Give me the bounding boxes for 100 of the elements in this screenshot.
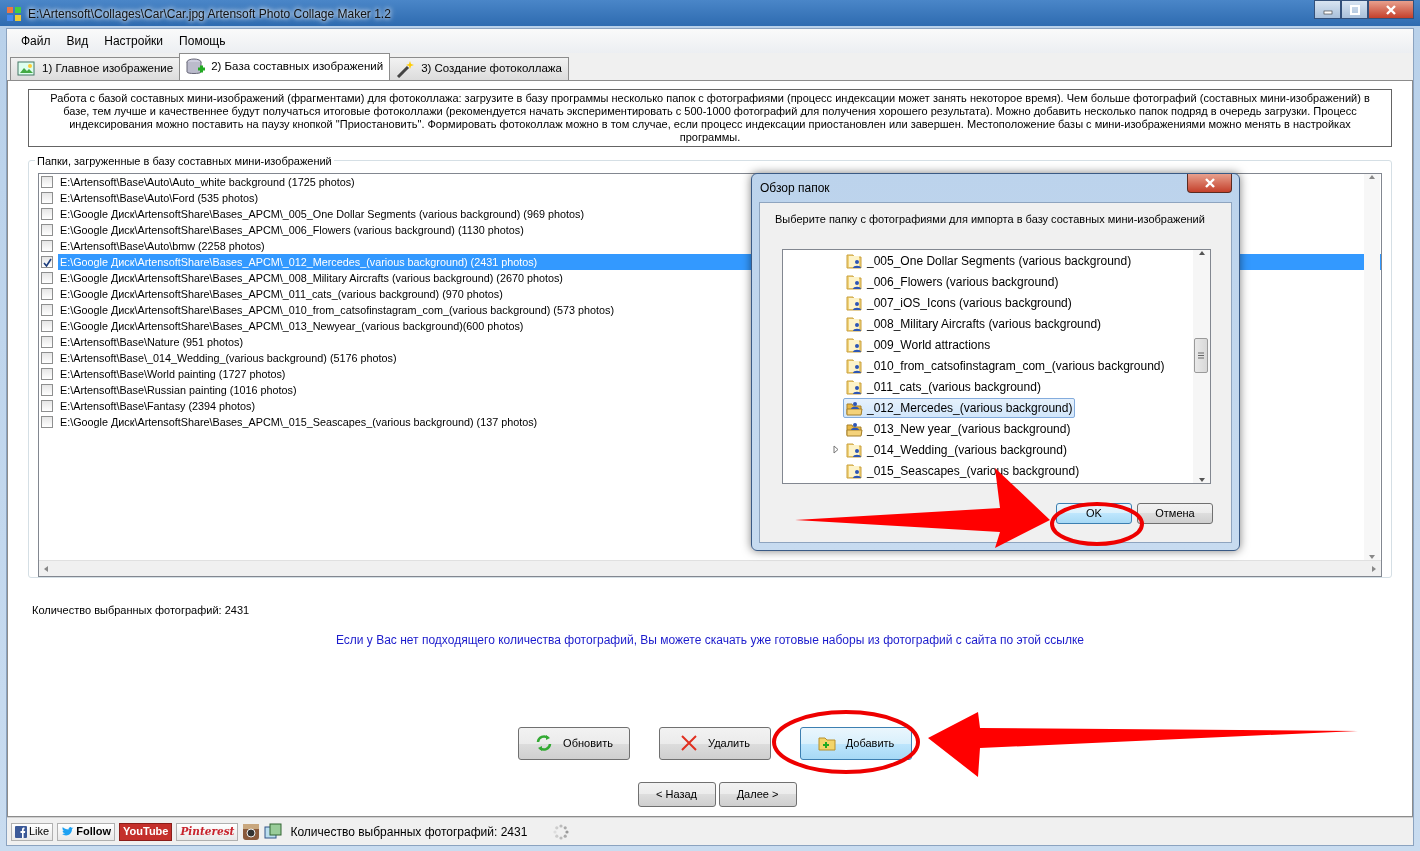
close-icon: [1385, 4, 1397, 15]
action-button[interactable]: Удалить: [659, 726, 771, 760]
grip-icon: [1198, 352, 1204, 359]
dialog-button[interactable]: Отмена: [1137, 503, 1213, 524]
folder-path[interactable]: E:\Artensoft\Base\Nature (951 photos): [58, 334, 246, 350]
tree-item[interactable]: _013_New year_(various background): [843, 418, 1074, 439]
tab[interactable]: 2) База составных изображений: [179, 53, 391, 80]
checkbox[interactable]: [41, 288, 53, 300]
checkbox[interactable]: [41, 304, 53, 316]
spinner-icon: [553, 823, 570, 840]
facebook-icon: [15, 825, 27, 838]
arrow-up-icon: [1197, 250, 1206, 256]
folder-path[interactable]: E:\Artensoft\Base\Fantasy (2394 photos): [58, 398, 258, 414]
tree-item[interactable]: _007_iOS_Icons (various background): [843, 292, 1075, 313]
tree-item[interactable]: _009_World attractions: [843, 334, 994, 355]
checkbox[interactable]: [41, 176, 53, 188]
camera-icon[interactable]: [242, 822, 261, 841]
status-text: Количество выбранных фотографий: 2431: [290, 823, 528, 841]
dialog-title: Обзор папок: [760, 180, 830, 197]
app-icon: [6, 6, 22, 22]
tree-item[interactable]: _006_Flowers (various background): [843, 271, 1062, 292]
action-button[interactable]: Добавить: [800, 726, 912, 760]
checkbox[interactable]: [41, 368, 53, 380]
folder-path[interactable]: E:\Artensoft\Base\Auto\Ford (535 photos): [58, 190, 261, 206]
window-title: E:\Artensoft\Collages\Car\Car.jpg Artensoft Photo Collage Maker 1.2: [28, 6, 391, 23]
nav-button[interactable]: < Назад: [637, 781, 716, 807]
menu-item[interactable]: Помощь: [171, 30, 234, 52]
checkbox[interactable]: [41, 384, 53, 396]
shared-folder-icon: [846, 294, 863, 311]
folder-path[interactable]: E:\Artensoft\Base\Auto\Auto_white background (1725 photos): [58, 174, 357, 190]
shared-folder-icon: [846, 336, 863, 353]
folder-path[interactable]: E:\Google Диск\ArtensoftShare\Bases_APCM\_006_Flowers (various background) (1130 photos): [58, 222, 526, 238]
shared-folder-icon: [846, 357, 863, 374]
folder-path[interactable]: E:\Google Диск\ArtensoftShare\Bases_APCM\_010_from_catsofinstagram_com_(various background) (573 photos): [58, 302, 616, 318]
maximize-icon: [1349, 4, 1360, 15]
folder-path[interactable]: E:\Google Диск\ArtensoftShare\Bases_APCM\_015_Seascapes_(various background) (137 photos): [58, 414, 540, 430]
image-icon: [17, 60, 37, 78]
tree-item[interactable]: _015_Seascapes_(various background): [843, 460, 1083, 481]
nav-button[interactable]: Далее >: [718, 781, 797, 807]
checkbox[interactable]: [41, 272, 53, 284]
shared-folder-icon: [846, 441, 863, 458]
folder-plus-icon: [817, 734, 836, 752]
youtube-button[interactable]: YouTube: [119, 822, 173, 841]
folder-path[interactable]: E:\Artensoft\Base\Auto\bmw (2258 photos): [58, 238, 267, 254]
minimize-button[interactable]: [1314, 0, 1341, 19]
close-button[interactable]: [1187, 174, 1232, 193]
download-link[interactable]: Если у Вас нет подходящего количества фотографий, Вы можете скачать уже готовые наборы из фотографий с сайта по этой ссылке: [28, 630, 1392, 649]
open-folder-icon: [846, 399, 863, 416]
tree-item[interactable]: _011_cats_(various background): [843, 376, 1044, 397]
expand-arrow-icon[interactable]: [833, 445, 839, 454]
checkbox[interactable]: [41, 352, 53, 364]
maximize-button[interactable]: [1341, 0, 1368, 19]
folder-path[interactable]: E:\Artensoft\Base\Russian painting (1016 photos): [58, 382, 299, 398]
tree-item[interactable]: _014_Wedding_(various background): [843, 439, 1070, 460]
refresh-icon: [535, 734, 554, 752]
tree-item[interactable]: _010_from_catsofinstagram_com_(various background): [843, 355, 1168, 376]
check-icon: [42, 257, 52, 267]
checkbox[interactable]: [41, 416, 53, 428]
folder-path[interactable]: E:\Google Диск\ArtensoftShare\Bases_APCM\_008_Military Aircrafts (various background) (2670 photos): [58, 270, 565, 286]
images-icon: [264, 822, 283, 841]
folder-path[interactable]: E:\Google Диск\ArtensoftShare\Bases_APCM\_013_Newyear_(various background)(600 photos): [58, 318, 526, 334]
follow-button[interactable]: Follow: [57, 822, 115, 841]
checkbox[interactable]: [41, 320, 53, 332]
close-button[interactable]: [1368, 0, 1414, 19]
cross-icon: [680, 734, 698, 752]
tab[interactable]: 3) Создание фотоколлажа: [389, 57, 569, 80]
shared-folder-icon: [846, 378, 863, 395]
info-text: Работа с базой составных мини-изображений (фрагментами) для фотоколлажа: загрузите в базу программы несколько папок с фотографиями (процесс индексации может занять некоторое время). Чем больше фотографий (составных мини-изображений) в базе, тем лучше и качественнее будут получаться итоговые фотоколлажи (рекомендуется начать экспериментировать с 500-1000 фотографий для получения хорошего результата). Можно добавить несколько папок подряд в очередь загрузки. Процесс индексирования можно поставить на паузу кнопкой "Приостановить". Формировать фотоколлаж можно в том случае, если процесс индексации приостановлен или завершен. Местоположение базы с мини-изображениями можно менять в настройках программы.: [28, 89, 1392, 147]
open-folder-icon: [846, 420, 863, 437]
pinterest-button[interactable]: Pinterest: [176, 822, 239, 841]
arrow-right-icon: [1371, 564, 1377, 573]
tree-item[interactable]: _008_Military Aircrafts (various background): [843, 313, 1105, 334]
checkbox[interactable]: [41, 208, 53, 220]
folder-path[interactable]: E:\Google Диск\ArtensoftShare\Bases_APCM\_005_One Dollar Segments (various background) (969 photos): [58, 206, 586, 222]
menu-item[interactable]: Вид: [58, 30, 97, 52]
shared-folder-icon: [846, 462, 863, 479]
scroll-thumb[interactable]: [1194, 338, 1208, 373]
checkbox[interactable]: [41, 336, 53, 348]
folder-path[interactable]: E:\Artensoft\Base\World painting (1727 photos): [58, 366, 288, 382]
arrow-up-icon: [1368, 174, 1376, 180]
folder-path[interactable]: E:\Artensoft\Base\_014_Wedding_(various background) (5176 photos): [58, 350, 399, 366]
shared-folder-icon: [846, 252, 863, 269]
tab[interactable]: 1) Главное изображение: [10, 57, 181, 80]
checkbox[interactable]: [41, 400, 53, 412]
selected-count: Количество выбранных фотографий: 2431: [32, 603, 251, 618]
shared-folder-icon: [846, 315, 863, 332]
menu-item[interactable]: Файл: [13, 30, 59, 52]
like-button[interactable]: Like: [11, 822, 54, 841]
shared-folder-icon: [846, 273, 863, 290]
checkbox[interactable]: [41, 192, 53, 204]
arrow-left-icon: [43, 564, 49, 573]
checkbox[interactable]: [41, 224, 53, 236]
folder-path[interactable]: E:\Google Диск\ArtensoftShare\Bases_APCM\_011_cats_(various background) (970 photos): [58, 286, 505, 302]
checkbox[interactable]: [41, 256, 53, 268]
checkbox[interactable]: [41, 240, 53, 252]
menu-item[interactable]: Настройки: [96, 30, 172, 52]
group-title: Папки, загруженные в базу составных мини-изображений: [35, 153, 334, 170]
tree-item[interactable]: _012_Mercedes_(various background): [843, 397, 1076, 418]
tree-item[interactable]: _005_One Dollar Segments (various background): [843, 250, 1135, 271]
action-button[interactable]: Обновить: [518, 726, 630, 760]
